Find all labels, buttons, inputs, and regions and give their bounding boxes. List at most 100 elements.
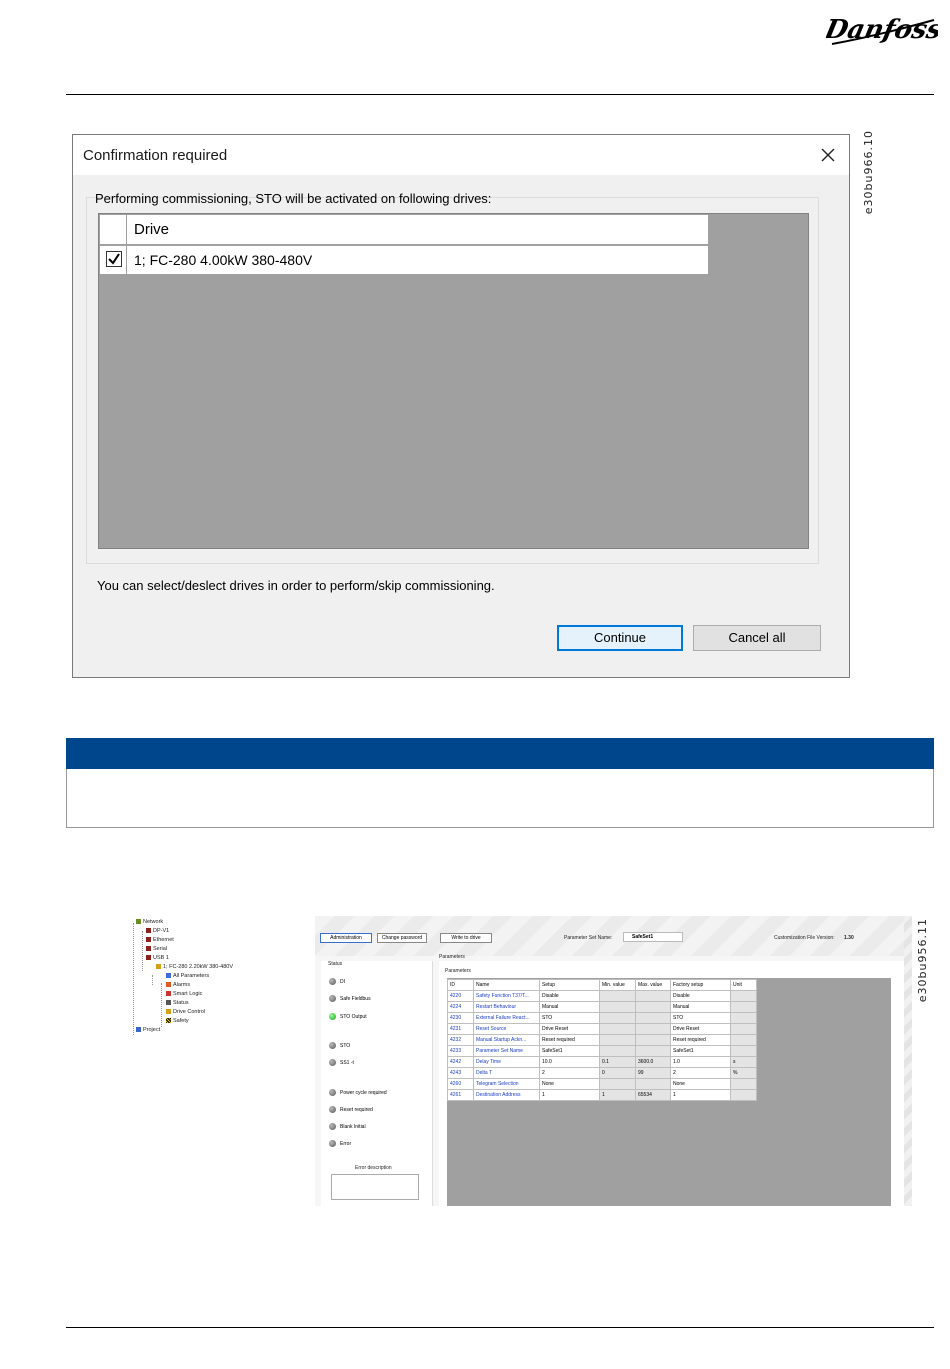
table-row[interactable]: 4220 Safety Function T37/T... Disable Disab…	[447, 990, 757, 1002]
table-cell: 4220	[447, 990, 474, 1002]
status-reset-required: Reset required	[329, 1106, 373, 1113]
table-cell[interactable]: None	[539, 1078, 600, 1090]
table-cell[interactable]: 2	[539, 1067, 600, 1079]
led-green-icon	[329, 1013, 336, 1020]
table-row[interactable]: 4224 Restart Behaviour Manual Manual	[447, 1001, 757, 1013]
parameters-tab[interactable]: Parameters	[439, 954, 465, 960]
table-cell: 0.1	[599, 1056, 636, 1068]
table-row[interactable]: 4230 External Failure React... STO STO	[447, 1012, 757, 1024]
table-cell	[599, 1023, 636, 1035]
table-cell: Disable	[670, 990, 731, 1002]
col-setup[interactable]: Setup	[539, 979, 600, 991]
table-cell	[599, 990, 636, 1002]
col-max[interactable]: Max. value	[635, 979, 671, 991]
tree-item-smart-logic[interactable]: Smart Logic	[166, 991, 202, 997]
status-safe-fieldbus: Safe Fieldbus	[329, 995, 371, 1002]
col-factory[interactable]: Factory setup	[670, 979, 731, 991]
table-cell[interactable]: 1	[539, 1089, 600, 1101]
footer-rule	[66, 1327, 934, 1328]
led-icon	[329, 995, 336, 1002]
table-row[interactable]: 4232 Manual Startup Ackn... Reset required…	[447, 1034, 757, 1046]
table-cell: None	[670, 1078, 731, 1090]
tree-item-usb1[interactable]: USB 1	[146, 955, 169, 961]
change-password-button[interactable]: Change password	[377, 933, 427, 943]
tree-item-safety[interactable]: Safety	[166, 1018, 189, 1024]
tree-item-drive[interactable]: 1; FC-280 2.20kW 380-480V	[156, 964, 233, 970]
led-icon	[329, 1059, 336, 1066]
led-icon	[329, 978, 336, 985]
table-cell	[635, 990, 671, 1002]
table-cell	[730, 1034, 757, 1046]
continue-button[interactable]: Continue	[557, 625, 683, 651]
table-cell: 4224	[447, 1001, 474, 1013]
table-cell: Destination Address	[473, 1089, 540, 1101]
col-name[interactable]: Name	[473, 979, 540, 991]
table-cell: STO	[670, 1012, 731, 1024]
table-cell: s	[730, 1056, 757, 1068]
table-row[interactable]: 4242 Delay Time 10.0 0.1 3600.0 1.0 s	[447, 1056, 757, 1068]
table-cell	[599, 1078, 636, 1090]
table-cell: Telegram Selection	[473, 1078, 540, 1090]
table-cell[interactable]: Manual	[539, 1001, 600, 1013]
param-set-name-field[interactable]: SafeSet1	[623, 932, 683, 942]
tree-item-serial[interactable]: Serial	[146, 946, 167, 952]
table-cell: 4261	[447, 1089, 474, 1101]
tree-item-alarms[interactable]: Alarms	[166, 982, 190, 988]
cancel-all-button[interactable]: Cancel all	[693, 625, 821, 651]
table-header-row: ID Name Setup Min. value Max. value Fact…	[447, 979, 757, 991]
dialog-message: Performing commissioning, STO will be ac…	[95, 191, 492, 206]
parameters-group-label: Parameters	[445, 968, 471, 974]
figure-id-2: e30bu956.11	[916, 918, 929, 1003]
tree-item-drive-control[interactable]: Drive Control	[166, 1009, 205, 1015]
table-cell: Manual	[670, 1001, 731, 1013]
table-cell[interactable]: Reset required	[539, 1034, 600, 1046]
table-cell: %	[730, 1067, 757, 1079]
led-icon	[329, 1123, 336, 1130]
table-row[interactable]: 4260 Telegram Selection None None	[447, 1078, 757, 1090]
table-row[interactable]: 4243 Delta T 2 0 99 2%	[447, 1067, 757, 1079]
tree-item-status[interactable]: Status	[166, 1000, 189, 1006]
table-cell: Reset Source	[473, 1023, 540, 1035]
table-row[interactable]: 4261 Destination Address 1 1 65534 1	[447, 1089, 757, 1101]
col-min[interactable]: Min. value	[599, 979, 636, 991]
tree-item-all-parameters[interactable]: All Parameters	[166, 973, 209, 979]
grid-header: Drive	[100, 215, 708, 245]
tree-item-project[interactable]: Project	[136, 1027, 160, 1033]
tree-item-ethernet[interactable]: Ethernet	[146, 937, 174, 943]
column-header-drive[interactable]: Drive	[134, 221, 169, 238]
drive-checkbox[interactable]	[106, 251, 122, 267]
table-cell[interactable]: 10.0	[539, 1056, 600, 1068]
table-cell: Restart Behaviour	[473, 1001, 540, 1013]
administration-button[interactable]: Administration	[320, 933, 372, 943]
table-cell[interactable]: Disable	[539, 990, 600, 1002]
drive-cell: 1; FC-280 4.00kW 380-480V	[134, 252, 313, 268]
table-cell[interactable]: SafeSet1	[539, 1045, 600, 1057]
table-cell	[730, 1023, 757, 1035]
tree-item-dp-v1[interactable]: DP-V1	[146, 928, 169, 934]
table-cell	[635, 1078, 671, 1090]
tree-item-network[interactable]: Network	[136, 919, 163, 925]
status-power-cycle: Power cycle required	[329, 1089, 387, 1096]
table-cell	[730, 1012, 757, 1024]
close-icon[interactable]	[817, 144, 839, 166]
table-cell: 4233	[447, 1045, 474, 1057]
write-to-drive-button[interactable]: Write to drive	[440, 933, 492, 943]
col-unit[interactable]: Unit	[730, 979, 757, 991]
table-cell[interactable]: STO	[539, 1012, 600, 1024]
table-cell: 1.0	[670, 1056, 731, 1068]
status-sto-output: STO Output	[329, 1013, 367, 1020]
table-row[interactable]: 4233 Parameter Set Name SafeSet1 SafeSet1	[447, 1045, 757, 1057]
error-description-field[interactable]	[331, 1174, 419, 1200]
col-id[interactable]: ID	[447, 979, 474, 991]
dialog-note: You can select/deslect drives in order t…	[97, 578, 495, 593]
table-cell: Reset required	[670, 1034, 731, 1046]
table-row[interactable]: 4231 Reset Source Drive Reset Drive Reset	[447, 1023, 757, 1035]
status-blank-initial: Blank Initial	[329, 1123, 366, 1130]
status-error: Error	[329, 1140, 351, 1147]
table-cell	[599, 1045, 636, 1057]
table-cell	[635, 1023, 671, 1035]
table-cell[interactable]: Drive Reset	[539, 1023, 600, 1035]
table-row[interactable]: 1; FC-280 4.00kW 380-480V	[100, 246, 708, 274]
table-cell	[599, 1001, 636, 1013]
table-cell: 4230	[447, 1012, 474, 1024]
